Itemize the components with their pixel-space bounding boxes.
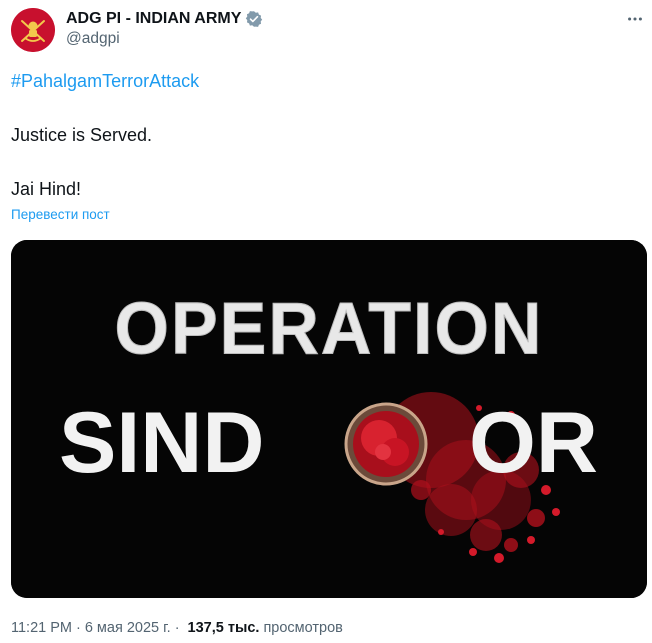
avatar[interactable] — [11, 8, 55, 52]
post-text-line-1: Justice is Served. — [11, 125, 153, 145]
author-name-row[interactable]: ADG PI - INDIAN ARMY — [66, 8, 263, 30]
post-date[interactable]: 6 мая 2025 г. — [85, 620, 171, 636]
media-title-or: OR — [469, 395, 598, 491]
views-count: 137,5 тыс. — [187, 620, 260, 636]
media-title-top: OPERATION — [115, 288, 544, 370]
post-media-image[interactable]: OPERATION SIND OR — [11, 240, 647, 598]
translate-post-link[interactable]: Перевести пост — [11, 207, 110, 222]
author-handle[interactable]: @adgpi — [66, 30, 120, 48]
meta-separator: · — [76, 620, 81, 636]
sindoor-bowl-icon — [344, 402, 428, 486]
post-time[interactable]: 11:21 PM — [11, 620, 72, 636]
army-emblem-icon — [11, 8, 55, 52]
post-meta: 11:21 PM · 6 мая 2025 г. · 137,5 тыс. пр… — [11, 620, 343, 636]
media-title-sind: SIND — [59, 395, 264, 491]
author-display-name[interactable]: ADG PI - INDIAN ARMY — [66, 10, 241, 28]
views-label: просмотров — [263, 620, 343, 636]
more-options-icon[interactable] — [624, 8, 646, 30]
verified-badge-icon — [245, 10, 263, 28]
post-text-line-2: Jai Hind! — [11, 179, 82, 199]
meta-separator-2: · — [174, 620, 180, 636]
tweet: ADG PI - INDIAN ARMY @adgpi #PahalgamTer… — [0, 0, 652, 643]
hashtag-link[interactable]: #PahalgamTerrorAttack — [11, 70, 199, 92]
